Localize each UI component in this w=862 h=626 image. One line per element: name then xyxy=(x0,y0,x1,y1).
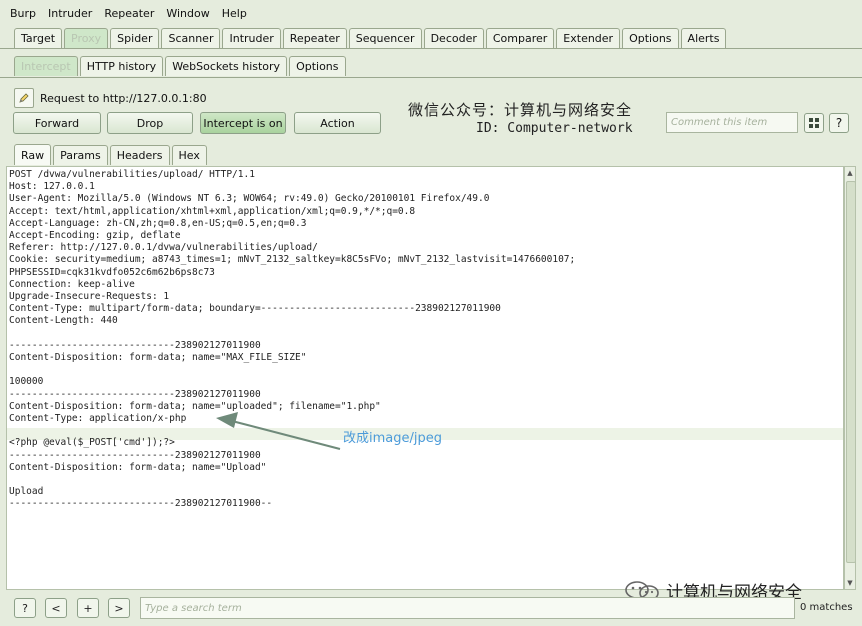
previous-match-button[interactable]: < xyxy=(45,598,67,618)
search-help-button[interactable]: ? xyxy=(14,598,36,618)
search-bar: ? < + > Type a search term 0 matches xyxy=(0,592,862,626)
search-input[interactable]: Type a search term xyxy=(140,597,795,619)
annotation-arrow xyxy=(216,412,341,450)
match-count: 0 matches xyxy=(800,602,853,613)
annotation-label: 改成image/jpeg xyxy=(343,431,442,446)
search-options-button[interactable]: + xyxy=(77,598,99,618)
next-match-button[interactable]: > xyxy=(108,598,130,618)
burp-window: Burp Intruder Repeater Window Help Targe… xyxy=(0,0,862,626)
